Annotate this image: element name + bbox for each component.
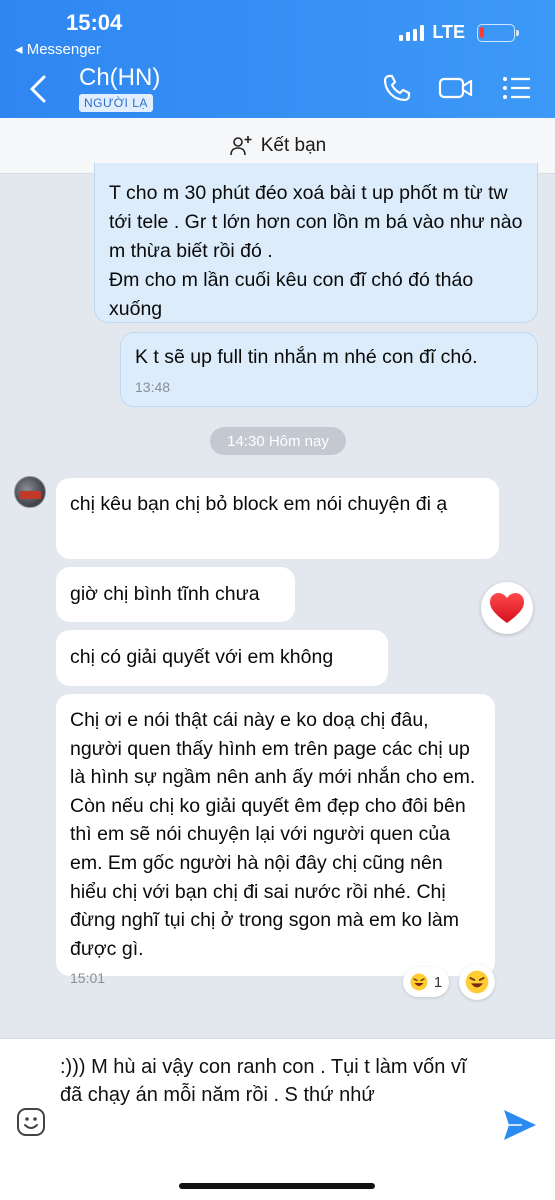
message-text: K t sẽ up full tin nhắn m nhé con đĩ chó… (135, 346, 478, 368)
message-input[interactable]: :))) M hù ai vậy con ranh con . Tụi t là… (60, 1053, 480, 1109)
add-friend-icon (229, 135, 252, 155)
network-label: LTE (432, 22, 465, 42)
contact-name[interactable]: Ch(HN) (79, 64, 160, 92)
message-text: T cho m 30 phút đéo xoá bài t up phốt m … (109, 182, 523, 320)
add-reaction-button[interactable] (459, 964, 495, 1000)
message-bubble-incoming[interactable]: Chị ơi e nói thật cái này e ko doạ chị đ… (56, 694, 495, 986)
reaction-summary[interactable]: 1 (403, 967, 449, 997)
message-bubble-incoming[interactable]: chị có giải quyết với em không (56, 630, 388, 686)
laugh-emoji-icon (465, 970, 489, 994)
message-bubble-outgoing[interactable]: T cho m 30 phút đéo xoá bài t up phốt m … (94, 163, 538, 323)
heart-icon (490, 593, 524, 623)
status-indicators: LTE (399, 22, 519, 43)
heart-reaction-button[interactable] (481, 582, 533, 634)
date-separator: 14:30 Hôm nay (210, 427, 346, 455)
stranger-badge: NGƯỜI LẠ (79, 94, 153, 112)
video-call-icon[interactable] (438, 73, 474, 103)
sticker-icon[interactable] (16, 1107, 46, 1137)
phone-call-icon[interactable] (382, 73, 412, 103)
add-friend-label: Kết bạn (260, 134, 327, 156)
send-icon[interactable] (502, 1107, 538, 1143)
message-time: 13:48 (135, 379, 171, 395)
message-bubble-incoming[interactable]: chị kêu bạn chị bỏ block em nói chuyện đ… (56, 478, 499, 559)
chat-header: 15:04 ◂ Messenger LTE Ch(HN) NGƯỜI LẠ (0, 0, 555, 118)
back-to-messenger-link[interactable]: ◂ Messenger (15, 40, 101, 58)
status-time: 15:04 (66, 10, 123, 35)
back-chevron-icon[interactable] (26, 74, 52, 104)
reaction-count: 1 (433, 973, 443, 991)
menu-list-icon[interactable] (502, 73, 532, 103)
message-text: Chị ơi e nói thật cái này e ko doạ chị đ… (70, 709, 476, 960)
message-text: chị có giải quyết với em không (70, 646, 334, 668)
message-bubble-outgoing[interactable]: K t sẽ up full tin nhắn m nhé con đĩ chó… (120, 332, 538, 407)
message-bubble-incoming[interactable]: giờ chị bình tĩnh chưa (56, 567, 295, 622)
message-text: giờ chị bình tĩnh chưa (70, 583, 260, 605)
home-indicator (179, 1183, 375, 1189)
laugh-emoji-icon (410, 973, 428, 991)
battery-icon (477, 23, 519, 42)
message-text: chị kêu bạn chị bỏ block em nói chuyện đ… (70, 493, 448, 515)
signal-icon (399, 24, 425, 41)
message-composer: :))) M hù ai vậy con ranh con . Tụi t là… (0, 1038, 555, 1200)
contact-avatar[interactable] (14, 476, 46, 508)
